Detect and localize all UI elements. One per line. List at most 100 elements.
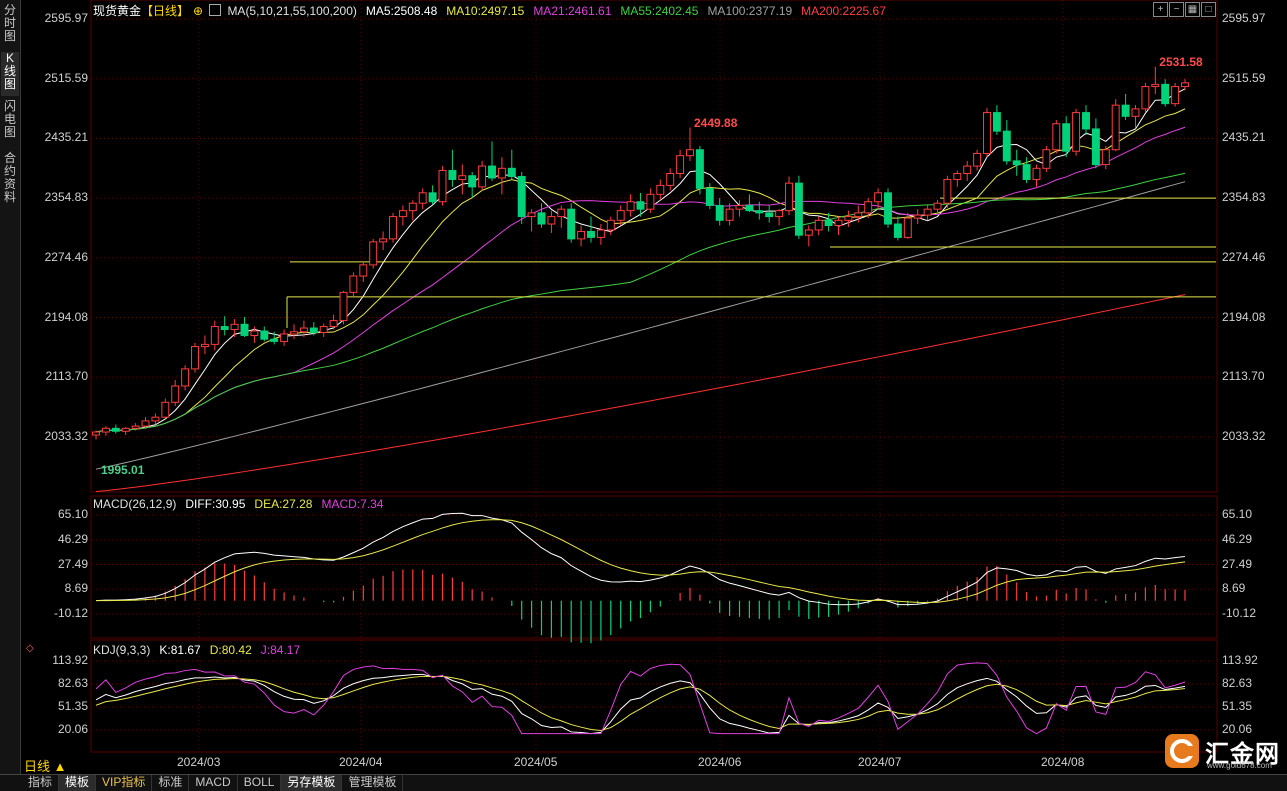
period-selector[interactable]: 日线 ▲: [24, 756, 66, 775]
bottom-tab-0[interactable]: 指标: [22, 775, 60, 791]
candle-down: [488, 165, 496, 179]
right-price-tick: 2194.08: [1222, 309, 1266, 324]
chart-canvas[interactable]: [0, 0, 1287, 774]
candle-down: [260, 330, 269, 340]
candle-up: [478, 165, 487, 188]
candle-up: [547, 216, 556, 225]
kdj-legend: KDJ(9,3,3) K:81.67 D:80.42 J:84.17: [93, 643, 309, 657]
bottom-tab-7[interactable]: 管理模板: [342, 775, 404, 791]
grid-lines: [90, 0, 1218, 753]
bottom-tab-3[interactable]: 标准: [152, 775, 190, 791]
candle-up: [329, 320, 338, 328]
candle-down: [111, 427, 120, 432]
candle-up: [814, 219, 823, 231]
candle-up: [596, 229, 605, 238]
zoom-out-icon[interactable]: −: [1169, 2, 1184, 17]
candle-down: [1091, 128, 1100, 166]
candle-up: [290, 331, 298, 335]
candle-up: [903, 217, 912, 238]
candle-down: [1002, 130, 1011, 162]
candle-up: [527, 212, 536, 218]
candle-up: [983, 112, 991, 154]
ma200-line: [95, 294, 1186, 492]
ma10-line: [95, 108, 1186, 433]
candle-up: [1181, 82, 1189, 88]
left-price-tick: 2194.08: [44, 309, 88, 324]
legend-item: J:84.17: [260, 643, 301, 657]
candle-up: [398, 210, 407, 218]
candle-up: [92, 431, 100, 436]
candle-down: [636, 201, 645, 210]
candle-up: [161, 401, 170, 418]
left-price-tick: 2435.21: [44, 130, 88, 145]
right-macd-tick: 8.69: [1222, 581, 1246, 596]
candle-up: [1151, 83, 1160, 88]
legend-item: KDJ(9,3,3): [93, 643, 151, 657]
left-price-tick: 2595.97: [44, 11, 88, 25]
time-tick: 2024/07: [858, 755, 902, 769]
layout-icon[interactable]: ▦: [1185, 2, 1200, 17]
window-icon[interactable]: □: [1201, 2, 1216, 17]
candle-up: [131, 425, 140, 429]
candle-up: [230, 323, 239, 331]
candle-up: [210, 326, 219, 345]
time-tick: 2024/04: [339, 755, 383, 769]
kdj-pane: [95, 662, 1186, 735]
candle-up: [1131, 108, 1140, 117]
bottom-tab-4[interactable]: MACD: [189, 775, 238, 791]
candle-down: [309, 327, 318, 333]
candle-up: [557, 208, 566, 218]
candle-down: [517, 175, 526, 218]
candle-down: [794, 182, 803, 236]
left-price-tick: 2274.46: [44, 249, 88, 264]
candle-up: [874, 192, 883, 203]
zoom-in-icon[interactable]: +: [1153, 2, 1168, 17]
candle-up: [181, 368, 190, 387]
candle-down: [448, 170, 457, 180]
crosshair-icon[interactable]: ⊕: [193, 4, 203, 18]
candle-up: [616, 210, 625, 221]
candle-up: [299, 327, 308, 333]
annotation-low: 1995.01: [101, 463, 145, 477]
candle-up: [953, 173, 962, 180]
candle-up: [804, 229, 813, 236]
candle-down: [745, 204, 754, 212]
right-macd-tick: 46.29: [1222, 531, 1253, 546]
left-kdj-tick: 82.63: [57, 676, 88, 690]
candle-down: [537, 212, 546, 225]
candle-up: [389, 216, 397, 240]
k-line: [95, 673, 1186, 735]
ma21-line: [95, 126, 1186, 433]
time-tick: 2024/06: [698, 755, 742, 769]
candle-up: [626, 201, 635, 212]
bottom-tab-2[interactable]: VIP指标: [96, 775, 153, 791]
candle-down: [270, 338, 279, 342]
bottom-tab-1[interactable]: 模板: [59, 775, 97, 791]
candle-down: [468, 175, 477, 188]
period-tag: 【日线】: [141, 4, 190, 18]
left-price-tick: 2113.70: [45, 369, 89, 384]
candle-up: [359, 264, 368, 277]
candle-down: [1012, 160, 1021, 166]
candle-up: [458, 175, 467, 180]
candle-up: [933, 202, 942, 210]
left-price-tick: 2515.59: [44, 70, 88, 85]
left-macd-tick: -10.12: [53, 606, 88, 620]
settings-icon[interactable]: [209, 4, 222, 16]
candle-up: [656, 184, 665, 195]
ma-values: MA(5,10,21,55,100,200) MA5:2508.48 MA10:24…: [227, 4, 894, 18]
right-price-tick: 2515.59: [1222, 70, 1266, 85]
right-price-tick: 2033.32: [1222, 429, 1266, 443]
price-legend: 现货黄金【日线】 ⊕ MA(5,10,21,55,100,200) MA5:2508…: [93, 2, 904, 19]
candle-up: [1042, 149, 1051, 169]
candle-up: [686, 149, 694, 157]
candle-down: [824, 219, 833, 227]
candle-up: [1032, 167, 1041, 180]
candle-up: [191, 346, 199, 370]
candle-up: [735, 204, 744, 210]
bottom-tab-5[interactable]: BOLL: [238, 775, 282, 791]
legend-item: MA(5,10,21,55,100,200): [227, 4, 357, 18]
candle-down: [765, 212, 774, 218]
bottom-tab-6[interactable]: 另存模板: [281, 775, 343, 791]
candle-up: [319, 326, 328, 333]
